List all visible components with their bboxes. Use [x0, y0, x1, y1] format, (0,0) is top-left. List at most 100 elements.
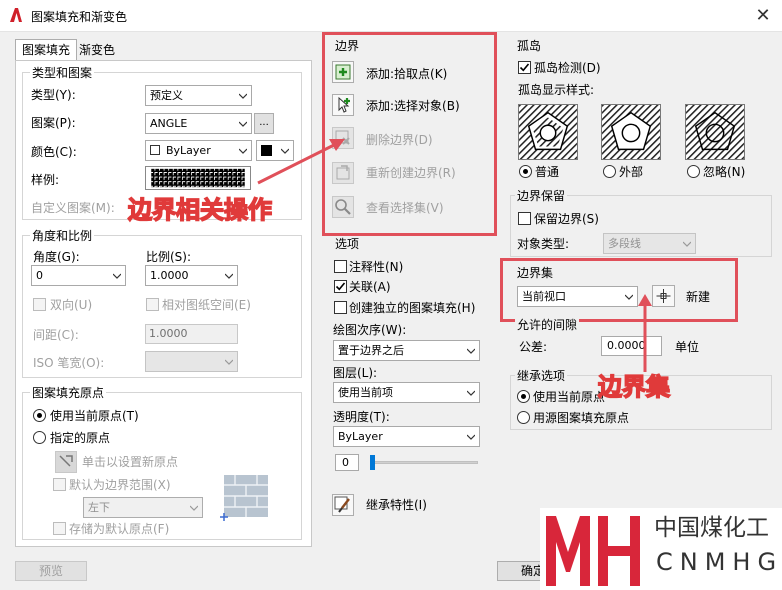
- island-ignore-label: 忽略(N): [703, 165, 746, 179]
- default-extent-label: 默认为边界范围(X): [69, 478, 171, 492]
- custom-pattern-label: 自定义图案(M):: [31, 201, 115, 215]
- chevron-down-icon: [683, 241, 691, 247]
- boundary-retention-group-title: 边界保留: [515, 189, 568, 203]
- tolerance-label: 公差:: [519, 340, 548, 354]
- associative-label: 关联(A): [349, 280, 391, 294]
- inherit-use-current-label: 使用当前原点: [533, 390, 606, 404]
- set-origin-button[interactable]: [55, 451, 77, 473]
- color-label: 颜色(C):: [31, 145, 77, 159]
- extent-select-value: 左下: [88, 501, 110, 514]
- island-normal-radio[interactable]: [519, 165, 532, 178]
- draw-order-select[interactable]: 置于边界之后: [333, 340, 480, 361]
- associative-checkbox[interactable]: [334, 280, 347, 293]
- chevron-down-icon: [113, 273, 121, 279]
- double-label: 双向(U): [50, 298, 93, 312]
- transparency-amount-input[interactable]: 0: [335, 454, 359, 471]
- click-set-origin-label: 单击以设置新原点: [82, 455, 179, 469]
- pattern-label: 图案(P):: [31, 116, 76, 130]
- iso-pen-select[interactable]: [145, 351, 238, 372]
- layer-label: 图层(L):: [333, 366, 378, 380]
- island-normal-label: 普通: [535, 165, 560, 179]
- inherit-properties-button[interactable]: [332, 494, 354, 516]
- relative-paper-label: 相对图纸空间(E): [162, 298, 251, 312]
- pattern-sample-swatch[interactable]: [145, 166, 251, 190]
- chevron-down-icon: [467, 348, 475, 354]
- inherit-use-source-radio[interactable]: [517, 411, 530, 424]
- spacing-input[interactable]: 1.0000: [145, 324, 238, 344]
- preview-button[interactable]: 预览: [15, 561, 87, 581]
- angle-select[interactable]: 0: [31, 265, 126, 286]
- inherit-properties-label[interactable]: 继承特性(I): [366, 498, 427, 512]
- boundary-ops-callout: 边界相关操作: [127, 195, 273, 225]
- island-normal-preview[interactable]: [518, 104, 578, 160]
- double-checkbox[interactable]: [33, 298, 46, 311]
- chevron-down-icon: [239, 121, 247, 127]
- pattern-select[interactable]: ANGLE: [145, 113, 252, 134]
- island-detection-label: 孤岛检测(D): [534, 61, 601, 75]
- object-type-value: 多段线: [608, 237, 641, 250]
- chevron-down-icon: [225, 273, 233, 279]
- tab-pattern-label: 图案填充: [21, 43, 70, 57]
- use-current-origin-radio[interactable]: [33, 409, 46, 422]
- island-ignore-radio[interactable]: [687, 165, 700, 178]
- retain-boundaries-label: 保留边界(S): [534, 212, 599, 226]
- type-select-value: 预定义: [150, 89, 183, 102]
- scale-label: 比例(S):: [146, 250, 192, 264]
- transparency-slider-thumb[interactable]: [370, 455, 375, 470]
- tab-pattern[interactable]: 图案填充: [15, 39, 77, 61]
- draw-order-value: 置于边界之后: [338, 344, 404, 357]
- specified-origin-radio[interactable]: [33, 431, 46, 444]
- sample-label: 样例:: [31, 173, 60, 187]
- annotative-checkbox[interactable]: [334, 260, 347, 273]
- store-default-checkbox[interactable]: [53, 522, 66, 535]
- background-color-select[interactable]: [256, 140, 294, 161]
- boundary-set-callout: 边界集: [597, 372, 671, 402]
- island-outer-preview[interactable]: [601, 104, 661, 160]
- type-label: 类型(Y):: [31, 88, 76, 102]
- island-detection-checkbox[interactable]: [518, 61, 531, 74]
- color-select-value: ByLayer: [166, 144, 211, 157]
- extent-select[interactable]: 左下: [83, 497, 203, 518]
- chevron-down-icon: [239, 93, 247, 99]
- pattern-select-value: ANGLE: [150, 117, 188, 130]
- spacing-label: 间距(C):: [33, 328, 79, 342]
- transparency-value: ByLayer: [338, 430, 383, 443]
- islands-group-title: 孤岛: [515, 39, 544, 53]
- inherit-use-source-label: 用源图案填充原点: [533, 411, 630, 425]
- close-button[interactable]: ✕: [750, 5, 776, 27]
- transparency-select[interactable]: ByLayer: [333, 426, 480, 447]
- relative-paper-checkbox[interactable]: [146, 298, 159, 311]
- type-pattern-group-title: 类型和图案: [30, 66, 95, 80]
- pattern-browse-button[interactable]: ...: [254, 113, 274, 134]
- boundary-ops-highlight: [322, 32, 497, 236]
- island-outer-radio[interactable]: [603, 165, 616, 178]
- default-extent-checkbox[interactable]: [53, 478, 66, 491]
- color-select[interactable]: ByLayer: [145, 140, 252, 161]
- retain-boundaries-checkbox[interactable]: [518, 212, 531, 225]
- tolerance-unit-label: 单位: [675, 340, 700, 354]
- chevron-down-icon: [225, 359, 233, 365]
- options-group-title: 选项: [333, 237, 362, 251]
- checkmark-icon: [335, 282, 346, 291]
- black-swatch-icon: [261, 145, 272, 156]
- tolerance-input[interactable]: 0.0000: [601, 336, 662, 356]
- tab-gradient-label: 渐变色: [78, 43, 115, 57]
- inherit-use-current-radio[interactable]: [517, 390, 530, 403]
- hatch-origin-group-title: 图案填充原点: [30, 386, 107, 400]
- chevron-down-icon: [190, 505, 198, 511]
- layer-select[interactable]: 使用当前项: [333, 382, 480, 403]
- chevron-down-icon: [467, 390, 475, 396]
- independent-hatch-checkbox[interactable]: [334, 301, 347, 314]
- type-select[interactable]: 预定义: [145, 85, 252, 106]
- transparency-slider-track[interactable]: [370, 461, 478, 464]
- layer-value: 使用当前项: [338, 386, 393, 399]
- chevron-down-icon: [281, 148, 289, 154]
- scale-select[interactable]: 1.0000: [145, 265, 238, 286]
- dialog-title: 图案填充和渐变色: [31, 10, 128, 24]
- crosshair-icon: [59, 455, 73, 467]
- tab-gradient[interactable]: 渐变色: [76, 41, 118, 61]
- autocad-logo-icon: [10, 8, 22, 22]
- object-type-select[interactable]: 多段线: [603, 233, 696, 254]
- title-bar: 图案填充和渐变色 ✕: [0, 0, 782, 32]
- island-ignore-preview[interactable]: [685, 104, 745, 160]
